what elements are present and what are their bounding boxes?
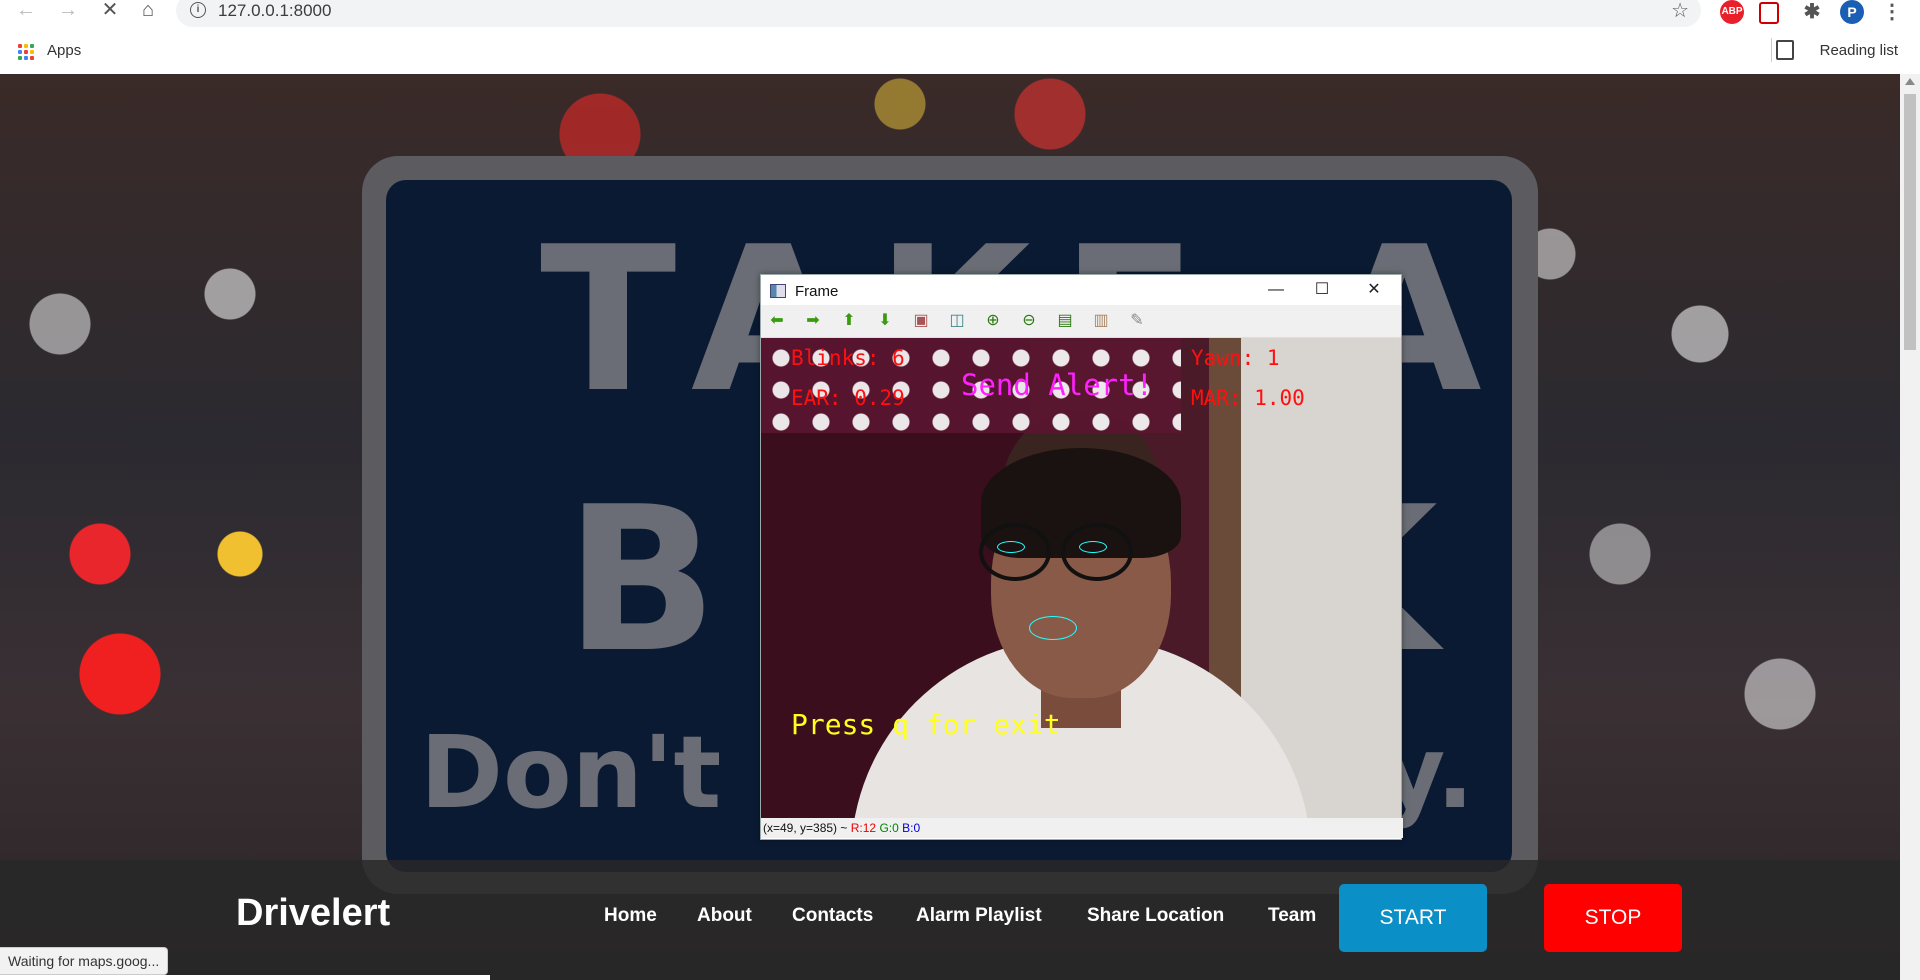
minimize-icon[interactable]: — bbox=[1253, 278, 1299, 302]
apps-grid-icon[interactable] bbox=[18, 44, 34, 60]
zoom-fit-icon[interactable]: ◫ bbox=[947, 311, 967, 331]
pan-up-icon[interactable]: ⬆ bbox=[839, 311, 859, 331]
bookmarks-divider bbox=[1771, 38, 1772, 62]
stop-button[interactable]: STOP bbox=[1544, 884, 1682, 952]
yawn-readout: Yawn: 1 bbox=[1191, 346, 1280, 370]
address-bar[interactable]: i 127.0.0.1:8000 ☆ bbox=[176, 0, 1701, 27]
frame-app-icon bbox=[770, 284, 786, 298]
zoom-original-icon[interactable]: ▣ bbox=[911, 311, 931, 331]
loading-progress-bar bbox=[0, 975, 490, 980]
frame-window[interactable]: Frame — ☐ ✕ ⬅ ➡ ⬆ ⬇ ▣ ◫ ⊕ ⊖ ▤ ▥ ✎ Blinks… bbox=[760, 274, 1403, 840]
nav-home[interactable]: Home bbox=[604, 905, 657, 927]
right-eye-landmark bbox=[1079, 541, 1107, 553]
bookmarks-bar: Apps Reading list bbox=[0, 28, 1920, 75]
stop-loading-icon[interactable]: ✕ bbox=[96, 0, 124, 22]
scroll-thumb[interactable] bbox=[1904, 94, 1916, 350]
home-icon[interactable]: ⌂ bbox=[134, 0, 162, 22]
frame-title: Frame bbox=[795, 283, 839, 300]
pan-down-icon[interactable]: ⬇ bbox=[875, 311, 895, 331]
brand-logo[interactable]: Drivelert bbox=[236, 892, 390, 935]
close-icon[interactable]: ✕ bbox=[1351, 278, 1397, 302]
browser-toolbar: ← → ✕ ⌂ i 127.0.0.1:8000 ☆ ABP ✱ P ⋮ bbox=[0, 0, 1920, 28]
profile-avatar[interactable]: P bbox=[1840, 0, 1864, 24]
pocket-icon[interactable] bbox=[1759, 2, 1779, 24]
left-eye-landmark bbox=[997, 541, 1025, 553]
maximize-icon[interactable]: ☐ bbox=[1299, 278, 1345, 302]
adblock-icon[interactable]: ABP bbox=[1720, 0, 1744, 24]
webcam-feed[interactable]: Blinks: 6 EAR: 0.29 Send Alert! Yawn: 1 … bbox=[761, 338, 1401, 818]
pixel-red-value: R:12 bbox=[850, 821, 877, 835]
forward-icon[interactable]: → bbox=[54, 0, 82, 22]
url-text[interactable]: 127.0.0.1:8000 bbox=[218, 1, 331, 21]
send-alert-text: Send Alert! bbox=[961, 368, 1154, 402]
exit-hint-text: Press q for exit bbox=[791, 708, 1061, 741]
pan-right-icon[interactable]: ➡ bbox=[803, 311, 823, 331]
bookmark-star-icon[interactable]: ☆ bbox=[1671, 0, 1689, 23]
browser-status-bubble: Waiting for maps.goog... bbox=[0, 947, 169, 975]
pixel-blue-value: B:0 bbox=[902, 821, 921, 835]
pixel-coords: (x=49, y=385) ~ bbox=[763, 821, 848, 835]
back-icon[interactable]: ← bbox=[12, 0, 40, 22]
page-scrollbar[interactable] bbox=[1900, 74, 1920, 980]
menu-kebab-icon[interactable]: ⋮ bbox=[1880, 0, 1904, 24]
reading-list-button[interactable]: Reading list bbox=[1820, 42, 1898, 59]
frame-toolbar: ⬅ ➡ ⬆ ⬇ ▣ ◫ ⊕ ⊖ ▤ ▥ ✎ bbox=[761, 305, 1401, 338]
nav-about[interactable]: About bbox=[697, 905, 752, 927]
zoom-in-icon[interactable]: ⊕ bbox=[983, 311, 1003, 331]
reading-list-icon[interactable] bbox=[1776, 40, 1794, 60]
apps-bookmark[interactable]: Apps bbox=[47, 42, 81, 59]
save-icon[interactable]: ▤ bbox=[1055, 311, 1075, 331]
nav-alarm-playlist[interactable]: Alarm Playlist bbox=[916, 905, 1042, 927]
blinks-readout: Blinks: 6 bbox=[791, 346, 905, 370]
site-navbar: Drivelert Home About Contacts Alarm Play… bbox=[0, 860, 1900, 980]
start-button[interactable]: START bbox=[1339, 884, 1487, 952]
mouth-landmark bbox=[1029, 616, 1077, 640]
site-info-icon[interactable]: i bbox=[190, 2, 206, 18]
nav-contacts[interactable]: Contacts bbox=[792, 905, 873, 927]
scroll-up-arrow-icon[interactable] bbox=[1905, 78, 1915, 85]
frame-statusbar: (x=49, y=385) ~ R:12 G:0 B:0 bbox=[761, 818, 1403, 838]
pan-left-icon[interactable]: ⬅ bbox=[767, 311, 787, 331]
nav-share-location[interactable]: Share Location bbox=[1087, 905, 1224, 927]
zoom-out-icon[interactable]: ⊖ bbox=[1019, 311, 1039, 331]
nav-team[interactable]: Team bbox=[1268, 905, 1316, 927]
copy-clipboard-icon[interactable]: ▥ bbox=[1091, 311, 1111, 331]
ear-readout: EAR: 0.29 bbox=[791, 386, 905, 410]
frame-titlebar[interactable]: Frame — ☐ ✕ bbox=[761, 275, 1401, 305]
mar-readout: MAR: 1.00 bbox=[1191, 386, 1305, 410]
pixel-green-value: G:0 bbox=[879, 821, 899, 835]
extensions-puzzle-icon[interactable]: ✱ bbox=[1800, 0, 1824, 24]
properties-icon[interactable]: ✎ bbox=[1127, 311, 1147, 331]
